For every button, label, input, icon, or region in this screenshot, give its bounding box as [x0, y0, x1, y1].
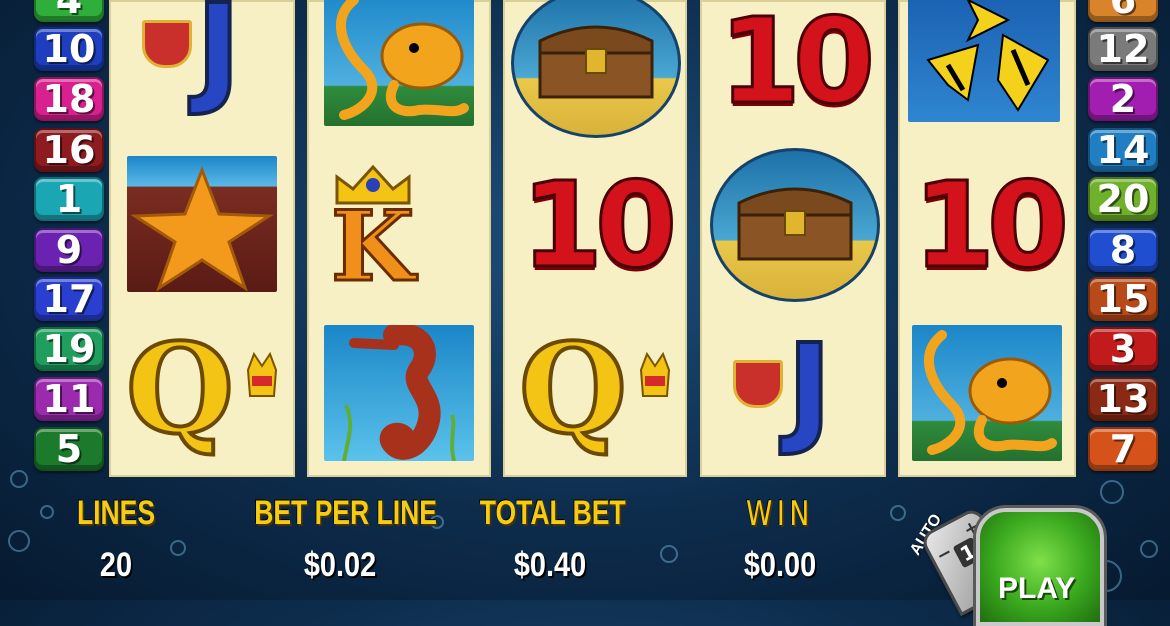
octopus-icon: [335, 0, 469, 120]
payline-badge[interactable]: 13: [1088, 377, 1158, 421]
payline-badge[interactable]: 20: [1088, 177, 1158, 221]
symbol-jack: J: [114, 0, 290, 120]
spin-controls: AUTO − 1 + PLAY: [900, 500, 1104, 626]
symbol-queen: Q: [114, 320, 290, 470]
symbol-starfish: [127, 156, 277, 292]
play-button[interactable]: PLAY: [976, 508, 1104, 626]
payline-badge[interactable]: 15: [1088, 277, 1158, 321]
total-bet-value: $0.40: [513, 546, 587, 584]
angelfish-icon: [926, 0, 1050, 112]
reel-4: 10 J: [700, 0, 886, 477]
payline-badge[interactable]: 8: [1088, 228, 1158, 272]
symbol-treasure-chest: [710, 148, 880, 302]
seahorse-icon: [342, 325, 456, 461]
payline-badge[interactable]: 7: [1088, 427, 1158, 471]
symbol-ten: 10: [717, 0, 876, 132]
symbol-seahorse: [324, 325, 474, 461]
payline-badge[interactable]: 16: [34, 128, 104, 172]
payline-badge[interactable]: 18: [34, 77, 104, 121]
payline-badge[interactable]: 1: [34, 177, 104, 221]
payline-badge[interactable]: 6: [1088, 0, 1158, 22]
bet-per-line-label: BET PER LINE: [254, 494, 437, 532]
payline-badge[interactable]: 14: [1088, 128, 1158, 172]
crown-icon: [639, 351, 671, 400]
autospin-minus-button[interactable]: −: [933, 541, 956, 567]
play-label: PLAY: [998, 572, 1076, 605]
shield-icon: [142, 20, 192, 68]
octopus-icon: [923, 330, 1057, 455]
payline-badge[interactable]: 12: [1088, 27, 1158, 71]
bet-per-line-value[interactable]: $0.02: [247, 546, 434, 585]
symbol-treasure-chest: [511, 0, 681, 138]
treasure-chest-icon: [538, 25, 654, 99]
payline-badge[interactable]: 19: [34, 327, 104, 371]
payline-badge[interactable]: 2: [1088, 77, 1158, 121]
payline-badge[interactable]: 17: [34, 277, 104, 321]
shield-icon: [733, 360, 783, 408]
win-label: WIN: [746, 494, 814, 534]
symbol-jack: J: [705, 318, 881, 468]
reel-1: J Q: [109, 0, 295, 477]
symbol-ten: 10: [911, 155, 1070, 296]
payline-badge[interactable]: 10: [34, 27, 104, 71]
payline-badge[interactable]: 9: [34, 228, 104, 272]
reel-3: 10 Q: [503, 0, 687, 477]
symbol-queen: Q: [507, 320, 683, 470]
crown-icon: [246, 351, 278, 400]
symbol-octopus: [324, 0, 474, 126]
symbol-king: K: [311, 145, 487, 296]
payline-badge[interactable]: 3: [1088, 327, 1158, 371]
total-bet-label: TOTAL BET: [479, 494, 626, 532]
symbol-angelfish: [908, 0, 1060, 122]
win-value: $0.00: [743, 546, 817, 584]
payline-badge[interactable]: 11: [34, 377, 104, 421]
reel-5: 10: [898, 0, 1076, 477]
symbol-ten: 10: [519, 155, 678, 296]
payline-badge[interactable]: 5: [34, 427, 104, 471]
treasure-chest-icon: [737, 187, 853, 261]
payline-badge[interactable]: 4: [34, 0, 104, 22]
lines-value[interactable]: 20: [65, 546, 167, 585]
symbol-octopus: [912, 325, 1062, 461]
reel-2: K: [307, 0, 491, 477]
starfish-icon: [130, 165, 274, 292]
lines-label: LINES: [76, 494, 156, 532]
